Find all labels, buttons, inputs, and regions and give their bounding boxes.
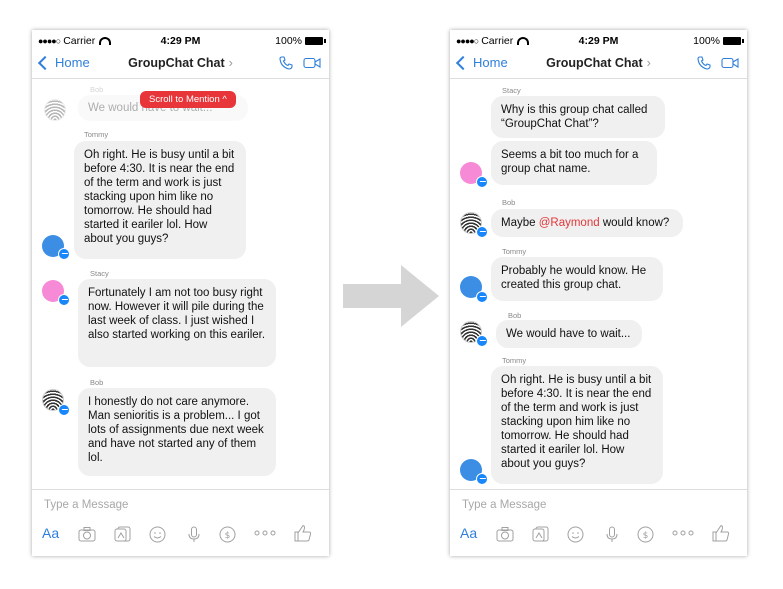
like-icon[interactable] <box>712 524 730 542</box>
sender-label: Bob <box>508 311 522 320</box>
transition-arrow-icon <box>343 265 439 327</box>
messenger-badge-icon <box>58 248 70 260</box>
message-bubble: Oh right. He is busy until a bit before … <box>74 141 246 259</box>
phone-screen-right: ●●●●○ Carrier 4:29 PM 100% Home GroupChat… <box>450 30 747 556</box>
avatar[interactable] <box>44 99 66 121</box>
payment-icon[interactable]: $ <box>219 526 236 543</box>
message-bubble: Oh right. He is busy until a bit before … <box>491 366 663 484</box>
message-bubble: I honestly do not care anymore. Man seni… <box>78 388 276 476</box>
payment-icon[interactable]: $ <box>637 526 654 543</box>
message-bubble: Fortunately I am not too busy right now.… <box>78 279 276 367</box>
camera-icon[interactable] <box>496 526 514 542</box>
video-icon[interactable] <box>721 57 739 69</box>
battery-icon <box>305 37 326 45</box>
svg-text:$: $ <box>643 531 649 541</box>
message-bubble: We would have to wait... <box>496 320 642 348</box>
composer: Type a Message Aa $ <box>32 489 329 556</box>
nav-bar: Home GroupChat Chat › <box>32 50 329 79</box>
sender-label: Bob <box>90 378 104 387</box>
battery-icon <box>723 37 744 45</box>
composer-toolbar: Aa $ <box>32 524 329 546</box>
microphone-icon[interactable] <box>188 526 200 543</box>
messenger-badge-icon <box>476 176 488 188</box>
chevron-right-icon: › <box>646 56 651 70</box>
message-bubble: Probably he would know. He created this … <box>491 257 663 301</box>
microphone-icon[interactable] <box>606 526 618 543</box>
messenger-badge-icon <box>476 335 488 347</box>
sticker-icon[interactable] <box>532 526 550 542</box>
battery-percent: 100% <box>275 35 302 47</box>
message-bubble: Seems a bit too much for a group chat na… <box>491 141 657 185</box>
composer-toolbar: Aa $ <box>450 524 747 546</box>
status-bar: ●●●●○ Carrier 4:29 PM 100% <box>32 30 329 50</box>
message-list[interactable]: Stacy Why is this group chat called “Gro… <box>450 79 747 490</box>
sender-label: Tommy <box>502 247 527 256</box>
like-icon[interactable] <box>294 524 312 542</box>
message-input[interactable]: Type a Message <box>44 499 128 511</box>
sender-label: Tommy <box>84 130 109 139</box>
scroll-to-mention-button[interactable]: Scroll to Mention ^ <box>140 91 236 108</box>
emoji-icon[interactable] <box>567 526 584 543</box>
battery-percent: 100% <box>693 35 720 47</box>
message-bubble: Why is this group chat called “GroupChat… <box>491 96 665 138</box>
mention-link[interactable]: @Raymond <box>539 217 600 229</box>
message-list[interactable]: Bob We would have to wait... Scroll to M… <box>32 79 329 490</box>
sender-label: Stacy <box>90 269 109 278</box>
messenger-badge-icon <box>58 294 70 306</box>
text-format-icon[interactable]: Aa <box>460 525 477 541</box>
messenger-badge-icon <box>58 404 70 416</box>
phone-icon[interactable] <box>697 56 711 70</box>
svg-text:$: $ <box>225 531 231 541</box>
sticker-icon[interactable] <box>114 526 132 542</box>
phone-icon[interactable] <box>279 56 293 70</box>
video-icon[interactable] <box>303 57 321 69</box>
message-input[interactable]: Type a Message <box>462 499 546 511</box>
phone-screen-left: ●●●●○ Carrier 4:29 PM 100% Home GroupChat… <box>32 30 329 556</box>
nav-bar: Home GroupChat Chat › <box>450 50 747 79</box>
sender-label: Bob <box>90 85 104 94</box>
emoji-icon[interactable] <box>149 526 166 543</box>
messenger-badge-icon <box>476 226 488 238</box>
composer: Type a Message Aa $ <box>450 489 747 556</box>
messenger-badge-icon <box>476 473 488 485</box>
text-format-icon[interactable]: Aa <box>42 525 59 541</box>
camera-icon[interactable] <box>78 526 96 542</box>
more-icon[interactable] <box>254 529 276 537</box>
sender-label: Bob <box>502 198 516 207</box>
sender-label: Stacy <box>502 86 521 95</box>
message-bubble: Maybe @Raymond would know? <box>491 209 683 237</box>
messenger-badge-icon <box>476 291 488 303</box>
chevron-right-icon: › <box>228 56 233 70</box>
sender-label: Tommy <box>502 356 527 365</box>
status-bar: ●●●●○ Carrier 4:29 PM 100% <box>450 30 747 50</box>
more-icon[interactable] <box>672 529 694 537</box>
